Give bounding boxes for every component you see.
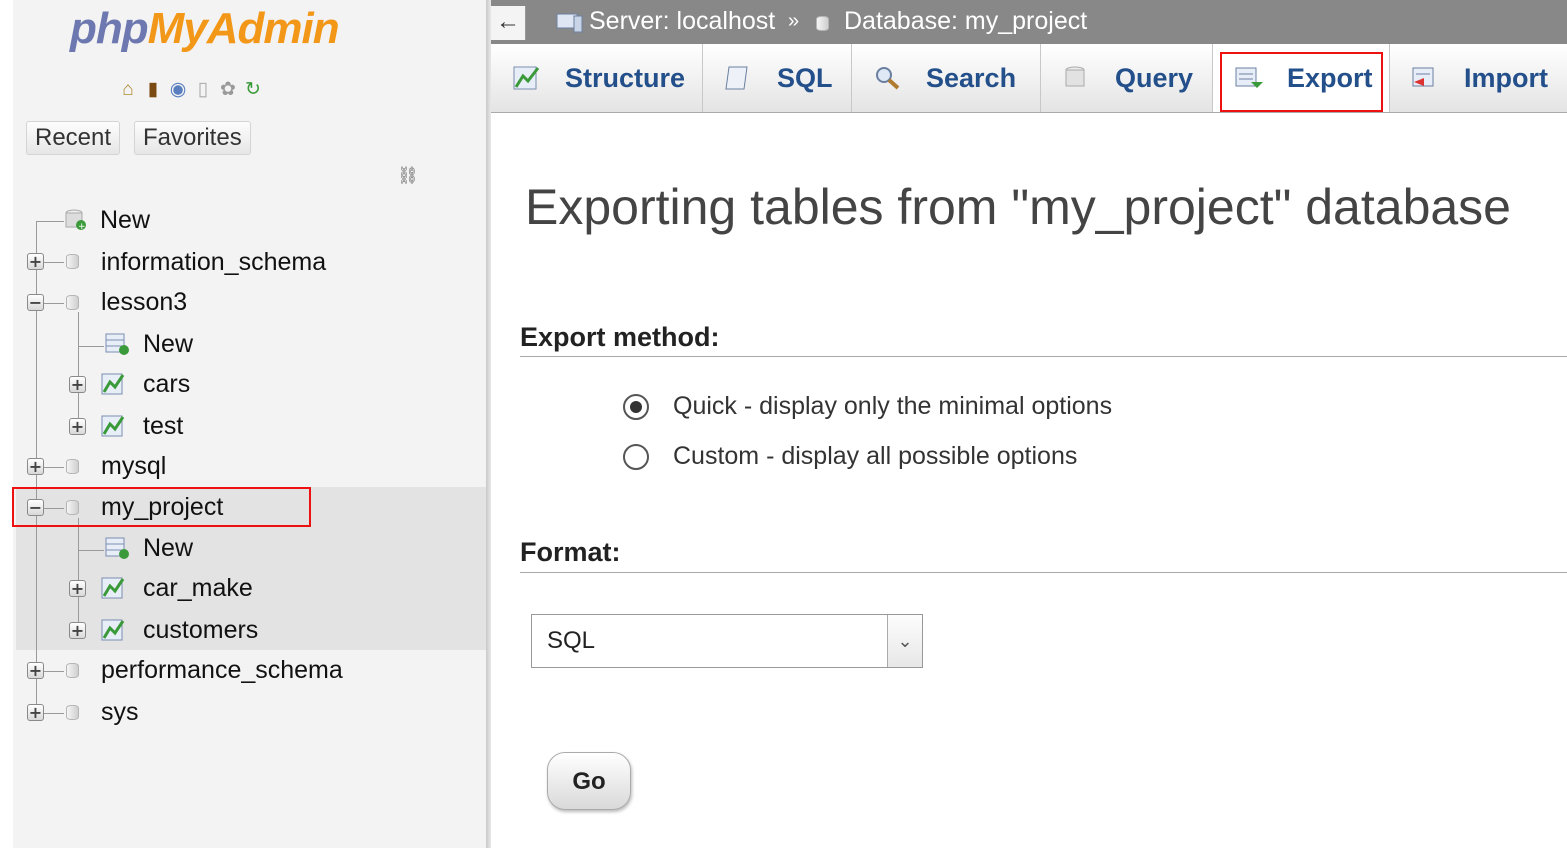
tree-table-car-make[interactable]: car_make <box>143 573 253 603</box>
tree-db-sys[interactable]: sys <box>101 697 139 727</box>
expand-icon[interactable]: + <box>69 376 86 393</box>
tree-db-lesson3[interactable]: lesson3 <box>101 287 187 317</box>
tree-line <box>78 518 79 632</box>
tree-line <box>44 713 64 714</box>
tree-db-mysql[interactable]: mysql <box>101 451 166 481</box>
recent-tab[interactable]: Recent <box>26 121 121 155</box>
favorites-tab[interactable]: Favorites <box>134 121 251 155</box>
page-title: Exporting tables from "my_project" datab… <box>525 179 1511 235</box>
format-select-value: SQL <box>547 627 596 654</box>
tree-new-table[interactable]: New <box>143 329 193 359</box>
table-icon <box>101 373 125 395</box>
tree-db-information-schema[interactable]: information_schema <box>101 247 326 277</box>
format-select[interactable]: SQL ⌄ <box>531 614 923 668</box>
expand-icon[interactable]: + <box>69 418 86 435</box>
tree-line <box>44 262 64 263</box>
docs-icon[interactable]: ▯ <box>193 78 213 102</box>
chevron-down-icon[interactable]: ⌄ <box>887 615 922 667</box>
expand-icon[interactable]: + <box>27 253 44 270</box>
tree-table-customers[interactable]: customers <box>143 615 258 645</box>
database-icon <box>66 663 79 678</box>
breadcrumb-database[interactable]: Database: my_project <box>844 6 1087 36</box>
link-icon[interactable]: ⛓ <box>397 166 419 186</box>
search-icon <box>876 67 900 90</box>
logout-icon[interactable]: ▮ <box>143 78 163 102</box>
tab-label: SQL <box>777 62 833 93</box>
database-icon <box>66 254 79 269</box>
table-icon <box>101 415 125 437</box>
tab-label: Structure <box>565 62 686 93</box>
tab-search[interactable]: Search <box>852 44 1041 112</box>
tab-label: Search <box>926 62 1017 93</box>
tab-query[interactable]: Query <box>1041 44 1213 112</box>
tree-line <box>44 303 64 304</box>
database-icon <box>816 16 829 31</box>
database-icon <box>66 295 79 310</box>
database-icon <box>66 459 79 474</box>
table-icon <box>101 619 125 641</box>
import-icon <box>1412 67 1434 87</box>
settings-icon[interactable]: ✿ <box>218 78 238 102</box>
new-table-icon <box>105 333 129 355</box>
tree-table-cars[interactable]: cars <box>143 369 190 399</box>
database-icon <box>66 705 79 720</box>
divider <box>520 572 1567 573</box>
tree-line <box>78 312 79 428</box>
phpmyadmin-logo[interactable]: phpMyAdmin <box>70 4 340 54</box>
tab-import[interactable]: Import <box>1390 44 1567 112</box>
reload-icon[interactable]: ↻ <box>243 78 263 102</box>
export-tab-highlight <box>1220 52 1383 112</box>
radio-custom[interactable] <box>623 444 649 470</box>
export-method-heading: Export method: <box>520 322 720 352</box>
divider <box>520 356 1567 357</box>
help-icon[interactable]: ◉ <box>168 78 188 102</box>
tab-label: Query <box>1115 62 1194 93</box>
server-icon <box>556 13 583 33</box>
radio-quick[interactable] <box>623 394 649 420</box>
expand-icon[interactable]: + <box>69 622 86 639</box>
nav-toolbar: ⌂ ▮ ◉ ▯ ✿ ↻ <box>118 78 263 102</box>
tree-db-performance-schema[interactable]: performance_schema <box>101 655 343 685</box>
tree-line <box>36 221 64 222</box>
go-button[interactable]: Go <box>547 752 631 810</box>
svg-text:+: + <box>78 222 86 231</box>
new-table-icon <box>105 537 129 559</box>
collapse-icon[interactable]: − <box>27 294 44 311</box>
sql-icon <box>725 66 748 90</box>
selected-db-highlight <box>12 487 311 527</box>
home-icon[interactable]: ⌂ <box>118 78 138 102</box>
tab-structure[interactable]: Structure <box>491 44 703 112</box>
tree-line <box>78 550 104 551</box>
tree-line <box>44 467 64 468</box>
expand-icon[interactable]: + <box>27 458 44 475</box>
panel-resizer[interactable] <box>486 0 491 848</box>
new-db-icon: + <box>65 209 86 231</box>
tree-new-database[interactable]: New <box>100 205 150 235</box>
breadcrumb-server[interactable]: Server: localhost <box>589 6 775 36</box>
tree-new-table[interactable]: New <box>143 533 193 563</box>
query-icon <box>1065 66 1085 87</box>
tree-line <box>44 671 64 672</box>
breadcrumb-separator: » <box>788 10 800 32</box>
tab-sql[interactable]: SQL <box>703 44 852 112</box>
expand-icon[interactable]: + <box>27 704 44 721</box>
tab-label: Import <box>1464 62 1548 93</box>
structure-icon <box>513 66 540 90</box>
radio-custom-label[interactable]: Custom - display all possible options <box>673 442 1077 471</box>
tree-line <box>78 346 104 347</box>
table-icon <box>101 577 125 599</box>
tree-table-test[interactable]: test <box>143 411 183 441</box>
radio-quick-label[interactable]: Quick - display only the minimal options <box>673 392 1112 421</box>
collapse-nav-arrow-icon[interactable]: ← <box>491 6 526 40</box>
format-heading: Format: <box>520 537 621 567</box>
expand-icon[interactable]: + <box>69 580 86 597</box>
expand-icon[interactable]: + <box>27 662 44 679</box>
